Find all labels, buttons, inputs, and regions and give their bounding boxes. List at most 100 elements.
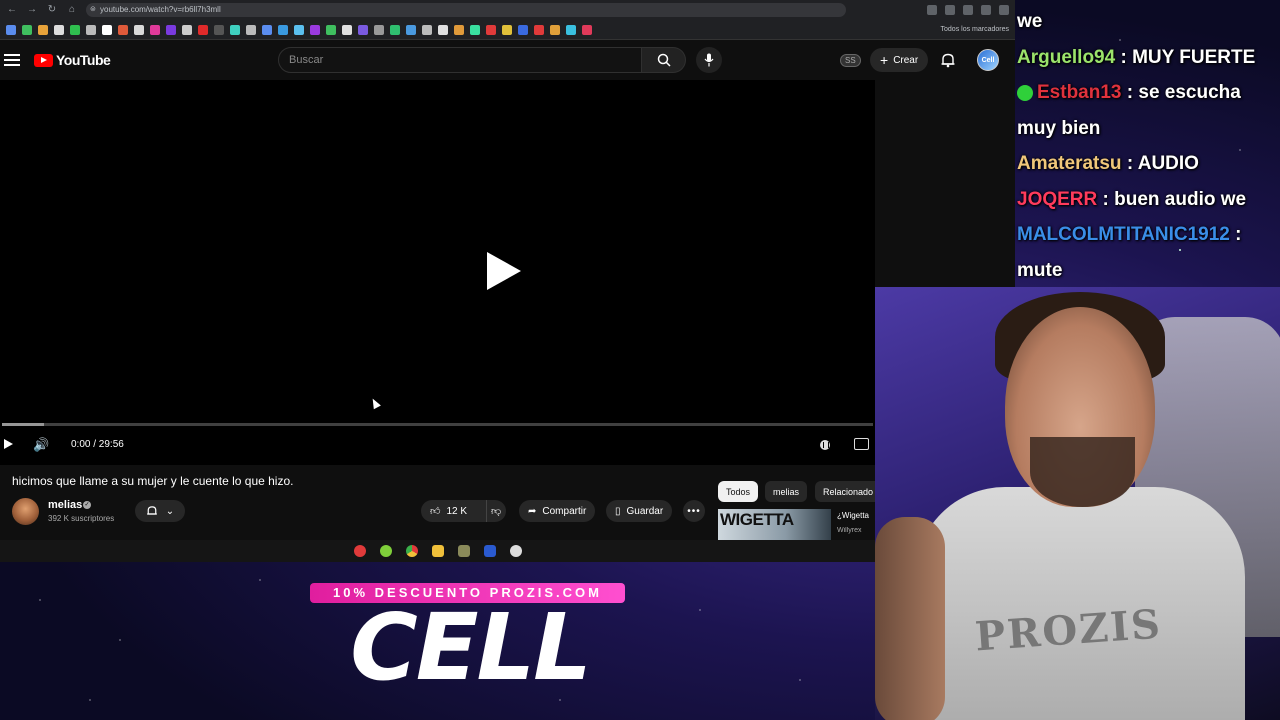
photoshop-icon[interactable] xyxy=(483,545,496,557)
bookmark-icon[interactable] xyxy=(390,24,400,35)
forward-icon[interactable]: → xyxy=(26,4,38,16)
bookmark-icon[interactable] xyxy=(470,24,480,35)
bookmark-icon[interactable] xyxy=(358,24,368,35)
bookmark-icon[interactable] xyxy=(182,24,192,35)
reload-icon[interactable]: ↻ xyxy=(46,4,58,16)
folder-icon[interactable] xyxy=(431,545,444,557)
bookmark-icon[interactable] xyxy=(150,24,160,35)
big-play-icon[interactable] xyxy=(487,252,521,290)
bookmark-icon[interactable] xyxy=(214,24,224,35)
autoplay-toggle[interactable] xyxy=(820,440,830,450)
bookmark-icon[interactable] xyxy=(534,24,544,35)
back-icon[interactable]: ← xyxy=(6,4,18,16)
chrome-icon[interactable] xyxy=(405,545,418,557)
voice-search-button[interactable] xyxy=(696,47,722,73)
chat-text: buen audio we xyxy=(1114,188,1247,210)
streamer-beard xyxy=(1030,437,1135,507)
bookmark-icon[interactable] xyxy=(6,24,16,35)
bookmark-icon[interactable] xyxy=(502,24,512,35)
bookmark-icon[interactable] xyxy=(374,24,384,35)
video-player[interactable]: 🔊 0:00 / 29:56 xyxy=(0,80,875,465)
bookmark-icon[interactable] xyxy=(326,24,336,35)
hamburger-menu-icon[interactable] xyxy=(4,51,20,69)
bookmark-icon[interactable] xyxy=(198,24,208,35)
bookmark-icon[interactable] xyxy=(230,24,240,35)
subtitles-icon[interactable] xyxy=(854,438,869,450)
zoom-icon[interactable] xyxy=(927,5,937,15)
bookmark-icon[interactable] xyxy=(102,24,112,35)
bookmark-icon[interactable] xyxy=(22,24,32,35)
app-icon[interactable] xyxy=(509,545,522,557)
chat-user: JOQERR xyxy=(1017,188,1098,210)
search-icon xyxy=(657,53,671,67)
bookmark-icon[interactable] xyxy=(262,24,272,35)
bookmark-icon[interactable] xyxy=(86,24,96,35)
app-icon[interactable] xyxy=(353,545,366,557)
bookmark-icon[interactable] xyxy=(566,24,576,35)
subscription-bell-button[interactable]: ⌄ xyxy=(135,500,185,522)
chat-partial-text: we xyxy=(1017,11,1043,32)
home-icon[interactable]: ⌂ xyxy=(66,4,78,16)
bookmark-icon[interactable] xyxy=(166,24,176,35)
bookmark-icon[interactable] xyxy=(134,24,144,35)
search-button[interactable] xyxy=(642,47,686,73)
chat-message: Estban13 : se escucha muy bien xyxy=(1017,82,1241,139)
bookmark-icon[interactable] xyxy=(278,24,288,35)
app-icon[interactable] xyxy=(457,545,470,557)
bookmark-icon[interactable] xyxy=(70,24,80,35)
bookmark-icon[interactable] xyxy=(438,24,448,35)
more-icon: ••• xyxy=(687,505,701,517)
bookmark-icon[interactable] xyxy=(550,24,560,35)
chip-todos[interactable]: Todos xyxy=(718,481,759,502)
bookmark-icon[interactable] xyxy=(342,24,352,35)
bookmark-icon[interactable] xyxy=(54,24,64,35)
like-button[interactable]: 👍︎ 12 K xyxy=(421,500,486,522)
search-input[interactable] xyxy=(278,47,642,73)
youtube-logo[interactable]: YouTube xyxy=(34,52,111,68)
recommended-title[interactable]: ¿Wigetta xyxy=(837,511,875,520)
bookmark-icon[interactable] xyxy=(310,24,320,35)
channel-name[interactable]: melias xyxy=(48,499,82,511)
chip-related[interactable]: Relacionado xyxy=(815,481,882,502)
bookmark-icon[interactable] xyxy=(406,24,416,35)
profile-icon[interactable] xyxy=(999,5,1009,15)
account-avatar[interactable]: Cell xyxy=(977,49,999,71)
play-button[interactable] xyxy=(4,439,13,449)
chevron-down-icon: ⌄ xyxy=(165,505,175,517)
extension-badge[interactable]: SS xyxy=(840,54,861,67)
buffer-bar xyxy=(2,423,44,426)
address-bar[interactable]: ⊜ youtube.com/watch?v=rb6ll7h3mll xyxy=(86,3,846,17)
stream-layout: ← → ↻ ⌂ ⊜ youtube.com/watch?v=rb6ll7h3ml… xyxy=(0,0,1280,720)
site-info-icon[interactable]: ⊜ xyxy=(90,3,96,17)
bookmark-star-icon[interactable] xyxy=(963,5,973,15)
progress-bar[interactable] xyxy=(2,423,873,426)
more-actions-button[interactable]: ••• xyxy=(683,500,705,522)
recommended-channel[interactable]: Willyrex xyxy=(837,527,875,534)
save-button[interactable]: ▯ Guardar xyxy=(606,500,673,522)
bookmark-icon[interactable] xyxy=(246,24,256,35)
extension-icon[interactable] xyxy=(981,5,991,15)
create-button[interactable]: + Crear xyxy=(870,48,929,72)
bookmark-icon[interactable] xyxy=(486,24,496,35)
bookmark-icon[interactable] xyxy=(518,24,528,35)
notifications-button[interactable] xyxy=(940,52,956,73)
chip-melias[interactable]: melias xyxy=(765,481,808,502)
bookmark-icon[interactable] xyxy=(422,24,432,35)
app-icon[interactable] xyxy=(379,545,392,557)
share-button[interactable]: ➦ Compartir xyxy=(519,500,596,522)
share-page-icon[interactable] xyxy=(945,5,955,15)
bookmark-icon[interactable] xyxy=(582,24,592,35)
all-bookmarks-link[interactable]: Todos los marcadores xyxy=(941,26,1009,33)
create-label: Crear xyxy=(893,54,919,66)
bookmark-icon[interactable] xyxy=(38,24,48,35)
bookmark-icon[interactable] xyxy=(118,24,128,35)
recommended-thumbnail[interactable]: WIGETTA xyxy=(718,509,831,541)
cell-badge-icon xyxy=(1017,84,1033,101)
bookmark-icon[interactable] xyxy=(454,24,464,35)
volume-icon[interactable]: 🔊 xyxy=(33,437,49,453)
channel-avatar[interactable] xyxy=(12,498,39,525)
bookmark-icon[interactable] xyxy=(294,24,304,35)
browser-toolbar: ← → ↻ ⌂ ⊜ youtube.com/watch?v=rb6ll7h3ml… xyxy=(0,0,1015,20)
thumbs-up-icon: 👍︎ xyxy=(430,506,441,517)
taskbar xyxy=(0,540,875,562)
